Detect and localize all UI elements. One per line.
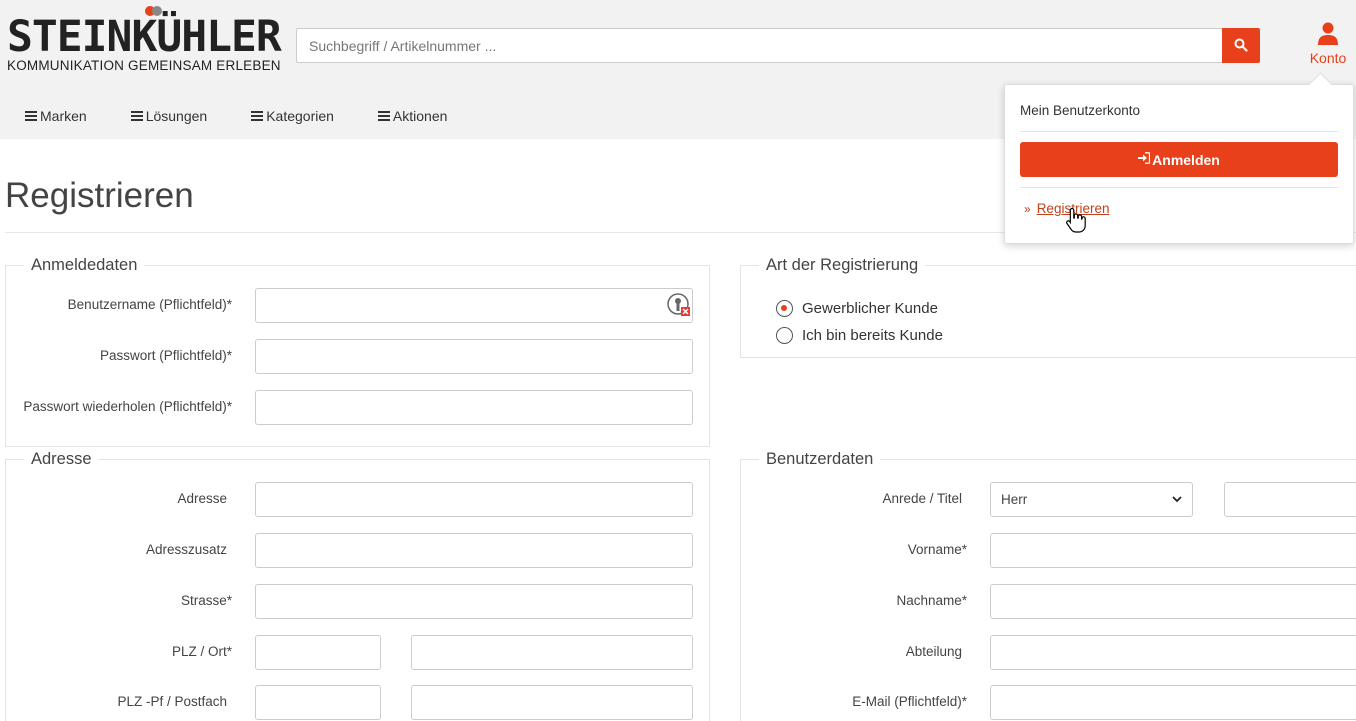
radio-button[interactable] <box>776 327 793 344</box>
lastname-input[interactable] <box>990 584 1356 619</box>
login-data-legend: Anmeldedaten <box>24 256 145 275</box>
password-label: Passwort (Pflichtfeld)* <box>99 348 232 363</box>
department-label: Abteilung <box>905 644 962 659</box>
nav-item-label: Lösungen <box>145 108 208 124</box>
nav-item-kategorien[interactable]: Kategorien <box>251 108 334 124</box>
zip-input[interactable] <box>255 635 381 670</box>
menu-icon <box>130 109 143 123</box>
search-icon <box>1234 38 1248 52</box>
email-input[interactable] <box>990 685 1356 720</box>
logo-dots-icon <box>145 6 167 18</box>
po-box-label: PLZ -Pf / Postfach <box>117 694 227 709</box>
steinkuehler-logo[interactable]: STEINKÜHLER KOMMUNIKATION GEMEINSAM ERLE… <box>7 6 282 74</box>
street-label: Strasse* <box>180 593 232 608</box>
search-input[interactable] <box>296 28 1223 63</box>
zip-city-label: PLZ / Ort* <box>171 644 232 659</box>
city-input[interactable] <box>411 635 693 670</box>
address-extra-input[interactable] <box>255 533 693 568</box>
address-extra-label: Adresszusatz <box>145 542 227 557</box>
radio-business-customer[interactable]: Gewerblicher Kunde <box>776 300 938 317</box>
account-label: Konto <box>1309 50 1347 66</box>
title-input[interactable] <box>1224 482 1356 517</box>
salutation-select[interactable]: Herr <box>990 482 1193 517</box>
salutation-label: Anrede / Titel <box>882 491 962 506</box>
lastname-label: Nachname* <box>896 593 967 608</box>
department-input[interactable] <box>990 635 1356 670</box>
password-repeat-label: Passwort wiederholen (Pflichtfeld)* <box>23 399 232 414</box>
radio-label: Gewerblicher Kunde <box>802 300 938 317</box>
email-label: E-Mail (Pflichtfeld)* <box>852 694 967 709</box>
po-box-zip-input[interactable] <box>255 685 381 720</box>
logo-tagline: KOMMUNIKATION GEMEINSAM ERLEBEN <box>7 58 281 73</box>
password-manager-icon[interactable] <box>667 293 691 317</box>
username-input[interactable] <box>255 288 693 323</box>
logo-wordmark: STEINKÜHLER <box>7 12 282 62</box>
radio-button-checked[interactable] <box>776 300 793 317</box>
login-button-label: Anmelden <box>1152 151 1220 168</box>
username-label: Benutzername (Pflichtfeld)* <box>67 297 232 312</box>
nav-item-label: Aktionen <box>392 108 448 124</box>
divider <box>1020 187 1338 188</box>
nav-item-marken[interactable]: Marken <box>25 108 87 124</box>
salutation-value: Herr <box>1001 492 1028 507</box>
login-button[interactable]: Anmelden <box>1020 142 1338 177</box>
password-input[interactable] <box>255 339 693 374</box>
main-nav: Marken Lösungen Kategorien Aktionen <box>25 108 491 124</box>
address-input[interactable] <box>255 482 693 517</box>
page-title: Registrieren <box>5 176 194 215</box>
address-label: Adresse <box>177 491 227 506</box>
chevron-down-icon <box>1172 496 1182 503</box>
sign-in-icon <box>1138 152 1151 167</box>
hand-cursor-icon <box>1066 207 1086 233</box>
account-button[interactable]: Konto <box>1300 20 1356 70</box>
po-box-input[interactable] <box>411 685 693 720</box>
radio-label: Ich bin bereits Kunde <box>802 327 943 344</box>
account-dropdown: Mein Benutzerkonto Anmelden »Registriere… <box>1004 84 1354 244</box>
user-data-legend: Benutzerdaten <box>759 450 881 469</box>
menu-icon <box>251 109 264 123</box>
password-repeat-input[interactable] <box>255 390 693 425</box>
firstname-input[interactable] <box>990 533 1356 568</box>
double-chevron-right-icon: » <box>1024 202 1031 216</box>
nav-item-label: Marken <box>40 108 87 124</box>
firstname-label: Vorname* <box>907 542 967 557</box>
nav-item-aktionen[interactable]: Aktionen <box>377 108 448 124</box>
account-dropdown-title: Mein Benutzerkonto <box>1020 103 1141 118</box>
search-button[interactable] <box>1222 28 1260 63</box>
nav-item-loesungen[interactable]: Lösungen <box>130 108 208 124</box>
registration-type-legend: Art der Registrierung <box>759 256 926 275</box>
user-icon <box>1318 22 1338 45</box>
menu-icon <box>377 109 390 123</box>
divider <box>1020 131 1338 132</box>
street-input[interactable] <box>255 584 693 619</box>
nav-item-label: Kategorien <box>266 108 334 124</box>
radio-existing-customer[interactable]: Ich bin bereits Kunde <box>776 327 943 344</box>
menu-icon <box>25 109 37 123</box>
address-legend: Adresse <box>24 450 99 469</box>
